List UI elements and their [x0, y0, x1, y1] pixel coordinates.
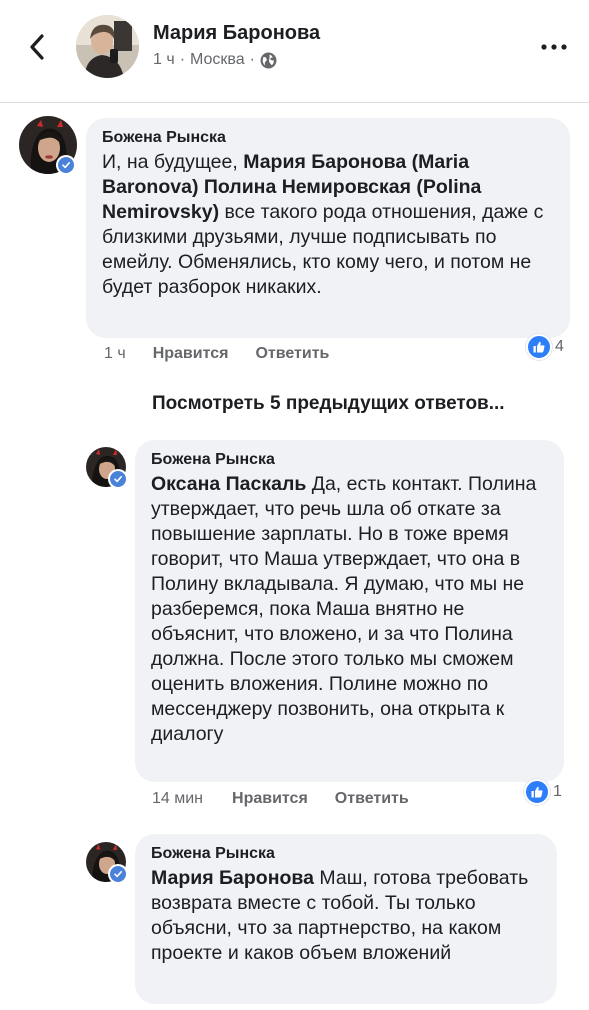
chevron-left-icon — [30, 34, 44, 60]
like-button[interactable]: Нравится — [153, 345, 229, 363]
more-dots-icon — [541, 44, 567, 50]
view-previous-replies-link[interactable]: Посмотреть 5 предыдущих ответов... — [152, 393, 505, 415]
meta-separator: · — [249, 51, 255, 68]
post-header: Мария Баронова 1 ч · Москва · — [0, 0, 589, 103]
verified-badge — [108, 864, 128, 884]
reaction-count: 1 — [553, 783, 562, 800]
comment-author[interactable]: Божена Рынска — [151, 844, 541, 864]
checkmark-icon — [114, 871, 122, 878]
comment-author[interactable]: Божена Рынска — [151, 450, 548, 470]
post-meta: 1 ч · Москва · — [153, 51, 277, 69]
reply-button[interactable]: Ответить — [335, 790, 409, 808]
globe-icon — [260, 52, 277, 68]
verified-badge — [56, 155, 76, 175]
verified-badge — [108, 469, 128, 489]
comment-actions: 14 мин Нравится Ответить — [152, 790, 409, 808]
comment-bubble[interactable]: Божена Рынска И, на будущее, Мария Барон… — [86, 118, 570, 338]
comment-text: Оксана Паскаль Да, есть контакт. Полина … — [151, 472, 548, 747]
comment-actions: 1 ч Нравится Ответить — [104, 345, 329, 363]
like-reaction-icon — [526, 334, 552, 360]
checkmark-icon — [62, 162, 70, 169]
checkmark-icon — [114, 476, 122, 483]
mention-link[interactable]: Мария Баронова — [151, 867, 314, 889]
mention-link[interactable]: Оксана Паскаль — [151, 473, 306, 495]
reaction-summary[interactable]: 4 — [526, 334, 564, 360]
comment-time[interactable]: 1 ч — [104, 345, 126, 363]
post-author-name[interactable]: Мария Баронова — [153, 22, 320, 45]
comment-author[interactable]: Божена Рынска — [102, 128, 554, 148]
reply-button[interactable]: Ответить — [255, 345, 329, 363]
post-location[interactable]: Москва — [190, 51, 245, 69]
author-avatar[interactable] — [76, 15, 139, 78]
like-reaction-icon — [524, 779, 550, 805]
comment-bubble[interactable]: Божена Рынска Оксана Паскаль Да, есть ко… — [135, 440, 564, 782]
like-button[interactable]: Нравится — [232, 790, 308, 808]
comment-text-segment: И, на будущее, — [102, 151, 244, 173]
meta-separator: · — [179, 51, 186, 68]
comment-time[interactable]: 14 мин — [152, 790, 203, 808]
reaction-summary[interactable]: 1 — [524, 779, 562, 805]
reaction-count: 4 — [555, 338, 564, 355]
more-options-button[interactable] — [536, 35, 572, 59]
comment-text: Мария Баронова Маш, готова требовать воз… — [151, 866, 541, 966]
comment-text-segment: Да, есть контакт. Полина утверждает, что… — [151, 473, 537, 745]
comment-text: И, на будущее, Мария Баронова (Maria Bar… — [102, 150, 554, 300]
post-time[interactable]: 1 ч — [153, 51, 175, 69]
back-button[interactable] — [22, 30, 52, 64]
comment-bubble[interactable]: Божена Рынска Мария Баронова Маш, готова… — [135, 834, 557, 1004]
